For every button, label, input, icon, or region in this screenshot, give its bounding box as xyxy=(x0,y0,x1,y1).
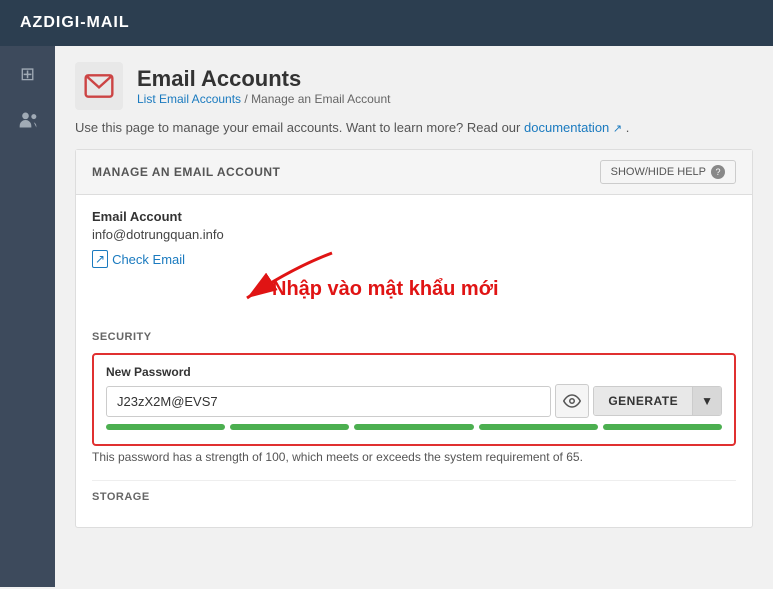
card-header-title: MANAGE AN EMAIL ACCOUNT xyxy=(92,165,280,179)
annotation-arrow xyxy=(192,248,352,303)
generate-dropdown-button[interactable]: ▼ xyxy=(692,387,721,415)
password-section: New Password GENERATE ▼ xyxy=(92,353,736,446)
generate-button[interactable]: GENERATE xyxy=(594,387,692,415)
security-section-label: SECURITY xyxy=(92,331,736,343)
generate-btn-group: GENERATE ▼ xyxy=(593,386,722,416)
password-input[interactable] xyxy=(106,386,551,417)
external-link-icon-2: ↗ xyxy=(92,250,108,268)
card-header: MANAGE AN EMAIL ACCOUNT SHOW/HIDE HELP ? xyxy=(76,150,752,195)
show-hide-help-button[interactable]: SHOW/HIDE HELP ? xyxy=(600,160,736,184)
grid-icon[interactable]: ⊞ xyxy=(10,56,46,92)
strength-bar-5 xyxy=(603,424,722,430)
strength-bar-4 xyxy=(479,424,598,430)
description-text: Use this page to manage your email accou… xyxy=(75,120,753,135)
storage-section-label: STORAGE xyxy=(92,491,736,503)
breadcrumb-current: Manage an Email Account xyxy=(251,92,390,106)
page-icon xyxy=(75,62,123,110)
strength-bar-3 xyxy=(354,424,473,430)
toggle-password-visibility-button[interactable] xyxy=(555,384,589,418)
users-icon[interactable] xyxy=(10,102,46,138)
email-account-label: Email Account xyxy=(92,209,736,224)
app-title: AZDIGI-MAIL xyxy=(20,14,130,31)
strength-bar-2 xyxy=(230,424,349,430)
help-circle-icon: ? xyxy=(711,165,725,179)
breadcrumb: List Email Accounts / Manage an Email Ac… xyxy=(137,92,390,106)
main-content: Email Accounts List Email Accounts / Man… xyxy=(55,46,773,587)
password-input-row: GENERATE ▼ xyxy=(106,384,722,418)
page-header: Email Accounts List Email Accounts / Man… xyxy=(75,62,753,110)
breadcrumb-link[interactable]: List Email Accounts xyxy=(137,92,241,106)
app-title-bar: AZDIGI-MAIL xyxy=(0,0,773,46)
check-email-link[interactable]: ↗ Check Email xyxy=(92,250,736,268)
strength-bar-1 xyxy=(106,424,225,430)
card-body: Email Account info@dotrungquan.info ↗ Ch… xyxy=(76,195,752,527)
manage-email-card: MANAGE AN EMAIL ACCOUNT SHOW/HIDE HELP ?… xyxy=(75,149,753,528)
annotation-container: Nhập vào mật khẩu mới xyxy=(92,278,736,301)
page-title: Email Accounts xyxy=(137,66,390,92)
page-title-block: Email Accounts List Email Accounts / Man… xyxy=(137,66,390,106)
external-link-icon: ↗ xyxy=(613,123,622,135)
sidebar: ⊞ xyxy=(0,46,55,587)
strength-bars xyxy=(106,424,722,430)
strength-hint: This password has a strength of 100, whi… xyxy=(92,450,736,464)
new-password-label: New Password xyxy=(106,365,722,379)
email-account-value: info@dotrungquan.info xyxy=(92,227,736,242)
doc-link[interactable]: documentation ↗ xyxy=(524,120,626,135)
